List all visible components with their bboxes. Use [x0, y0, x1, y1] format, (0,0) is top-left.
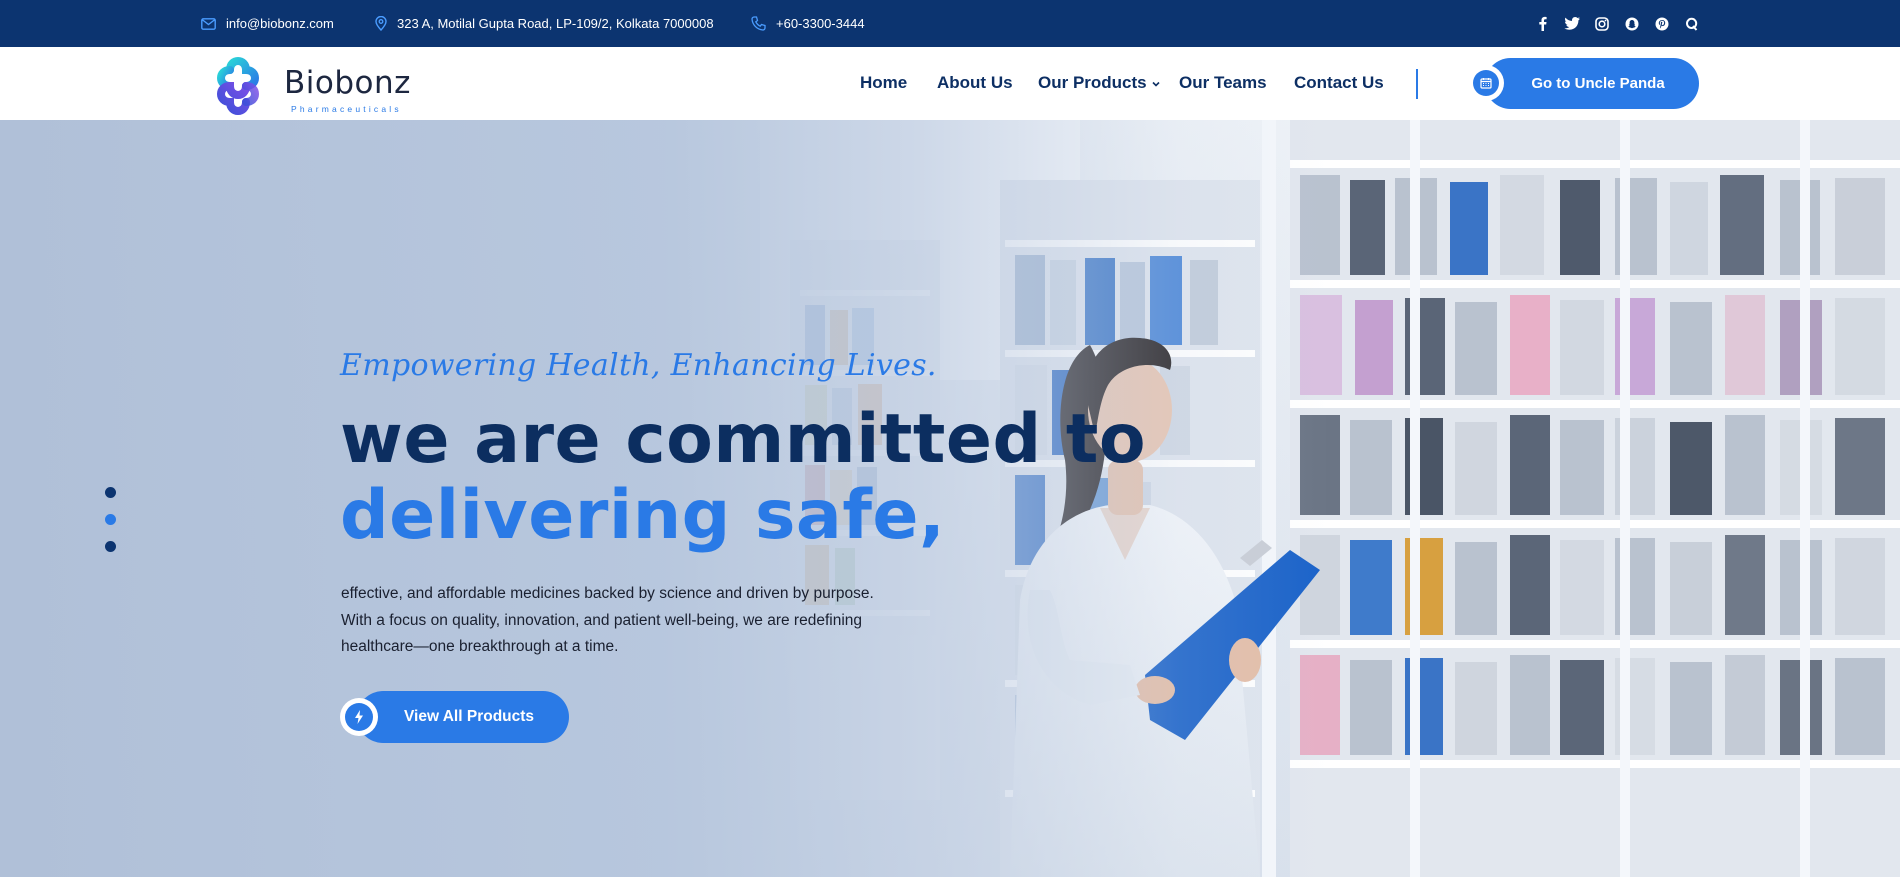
slider-dot-1[interactable] [105, 487, 116, 498]
snapchat-icon[interactable] [1624, 16, 1640, 32]
slider-dot-2[interactable] [105, 514, 116, 525]
nav-divider [1416, 69, 1418, 99]
pinterest-icon[interactable] [1654, 16, 1670, 32]
phone-text: +60-3300-3444 [776, 16, 865, 31]
cta-icon-badge [1468, 65, 1504, 101]
go-to-uncle-panda-button[interactable]: Go to Uncle Panda [1485, 58, 1699, 109]
address-text: 323 A, Motilal Gupta Road, LP-109/2, Kol… [397, 16, 714, 31]
cta-label: Go to Uncle Panda [1531, 75, 1665, 92]
email-contact[interactable]: info@biobonz.com [201, 0, 334, 47]
location-pin-icon [375, 16, 387, 31]
instagram-icon[interactable] [1594, 16, 1610, 32]
hero-banner: Empowering Health, Enhancing Lives. we a… [0, 120, 1900, 877]
nav-contact-us[interactable]: Contact Us [1294, 73, 1384, 93]
hero-heading-line2: delivering safe, [340, 476, 946, 555]
slider-dots [105, 487, 117, 568]
quora-icon[interactable] [1684, 16, 1700, 32]
lightning-icon [355, 710, 363, 724]
chevron-down-icon [1152, 81, 1160, 87]
envelope-icon [201, 17, 216, 30]
logo-mark-icon [217, 57, 259, 115]
logo-name: Biobonz [284, 65, 411, 101]
view-all-products-label: View All Products [403, 708, 535, 725]
nav-our-products-label: Our Products [1038, 73, 1147, 92]
email-text: info@biobonz.com [226, 16, 334, 31]
nav-our-products[interactable]: Our Products [1038, 73, 1160, 93]
hero-heading-line1: we are committed to [340, 400, 1147, 479]
view-all-products-button[interactable]: View All Products [357, 691, 569, 743]
logo[interactable]: Biobonz Pharmaceuticals [200, 50, 415, 120]
hero-button-icon-badge [340, 698, 378, 736]
social-links [1534, 0, 1700, 47]
phone-icon [751, 16, 766, 31]
twitter-icon[interactable] [1564, 16, 1580, 32]
hero-description: effective, and affordable medicines back… [341, 585, 874, 655]
hero-overlay [0, 120, 1900, 877]
nav-about-us[interactable]: About Us [937, 73, 1013, 93]
nav-our-teams[interactable]: Our Teams [1179, 73, 1267, 93]
facebook-icon[interactable] [1534, 16, 1550, 32]
logo-subtitle: Pharmaceuticals [291, 104, 402, 114]
slider-dot-3[interactable] [105, 541, 116, 552]
calendar-icon [1480, 78, 1492, 89]
phone-contact[interactable]: +60-3300-3444 [751, 0, 865, 47]
address-contact: 323 A, Motilal Gupta Road, LP-109/2, Kol… [375, 0, 714, 47]
hero-tagline: Empowering Health, Enhancing Lives. [340, 348, 937, 383]
nav-home[interactable]: Home [860, 73, 907, 93]
top-bar: info@biobonz.com 323 A, Motilal Gupta Ro… [0, 0, 1900, 47]
main-header: Biobonz Pharmaceuticals Home About Us Ou… [0, 47, 1900, 120]
